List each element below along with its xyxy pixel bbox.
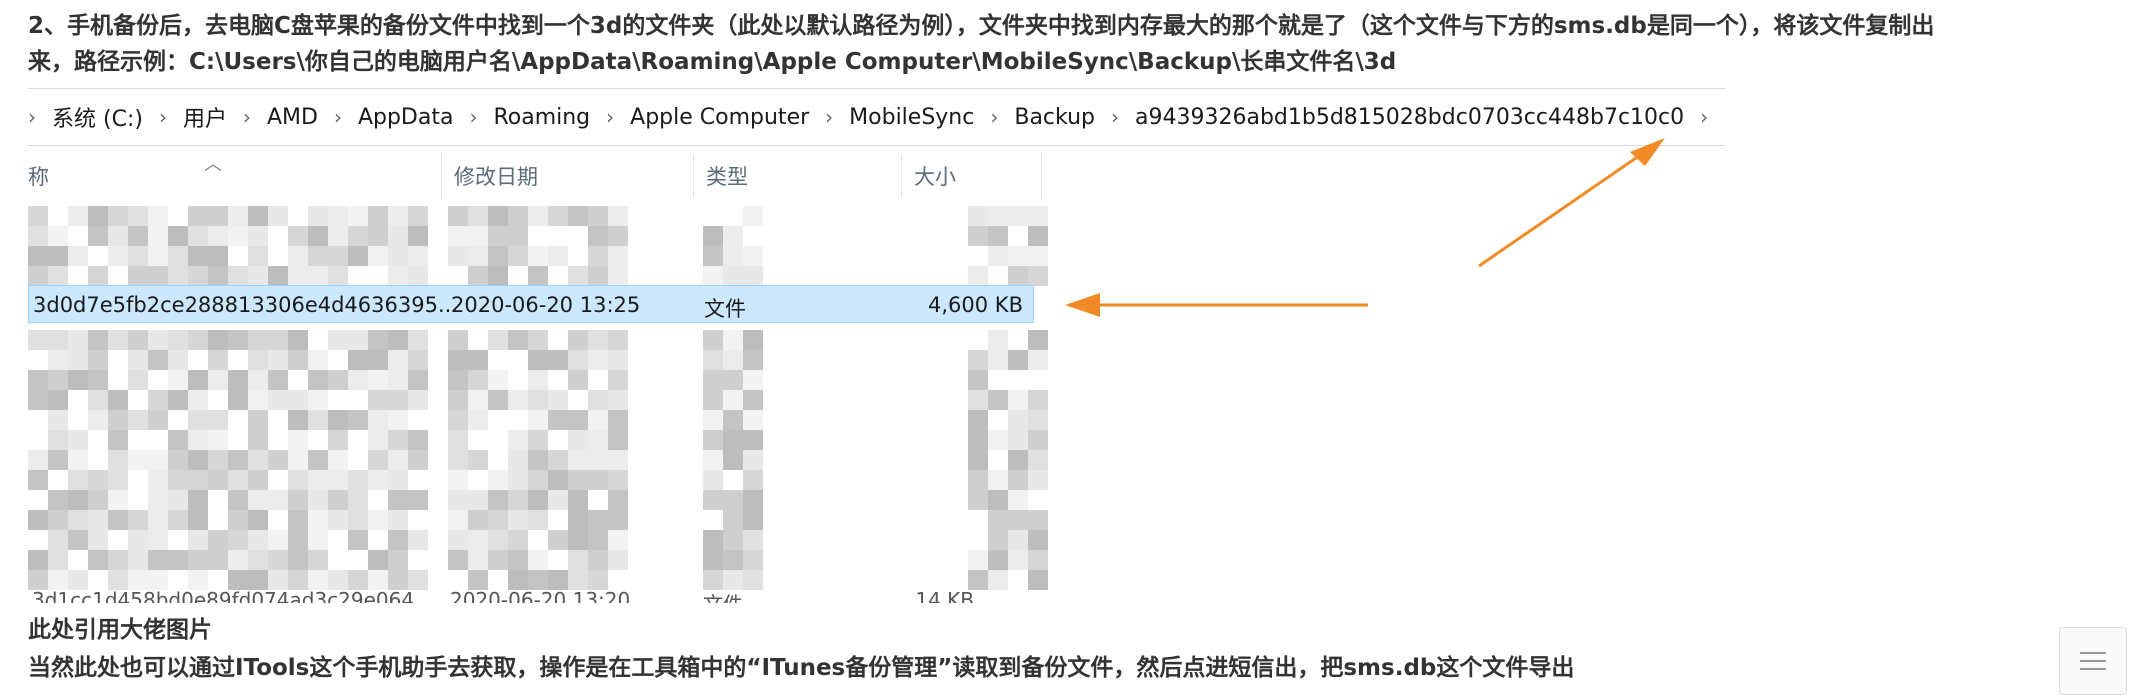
annotation-arrows (1065, 138, 1665, 317)
arrowhead-left (1065, 293, 1100, 317)
menu-lines-icon (2080, 646, 2106, 676)
image-caption: 此处引用大佬图片 (28, 617, 212, 643)
arrow-line-to-folder (1478, 147, 1650, 268)
scroll-menu-button[interactable] (2059, 627, 2127, 695)
arrowhead-up-right (1630, 138, 1665, 166)
note-text-line: 当然此处也可以通过ITools这个手机助手去获取，操作是在工具箱中的“ITune… (28, 655, 1575, 681)
